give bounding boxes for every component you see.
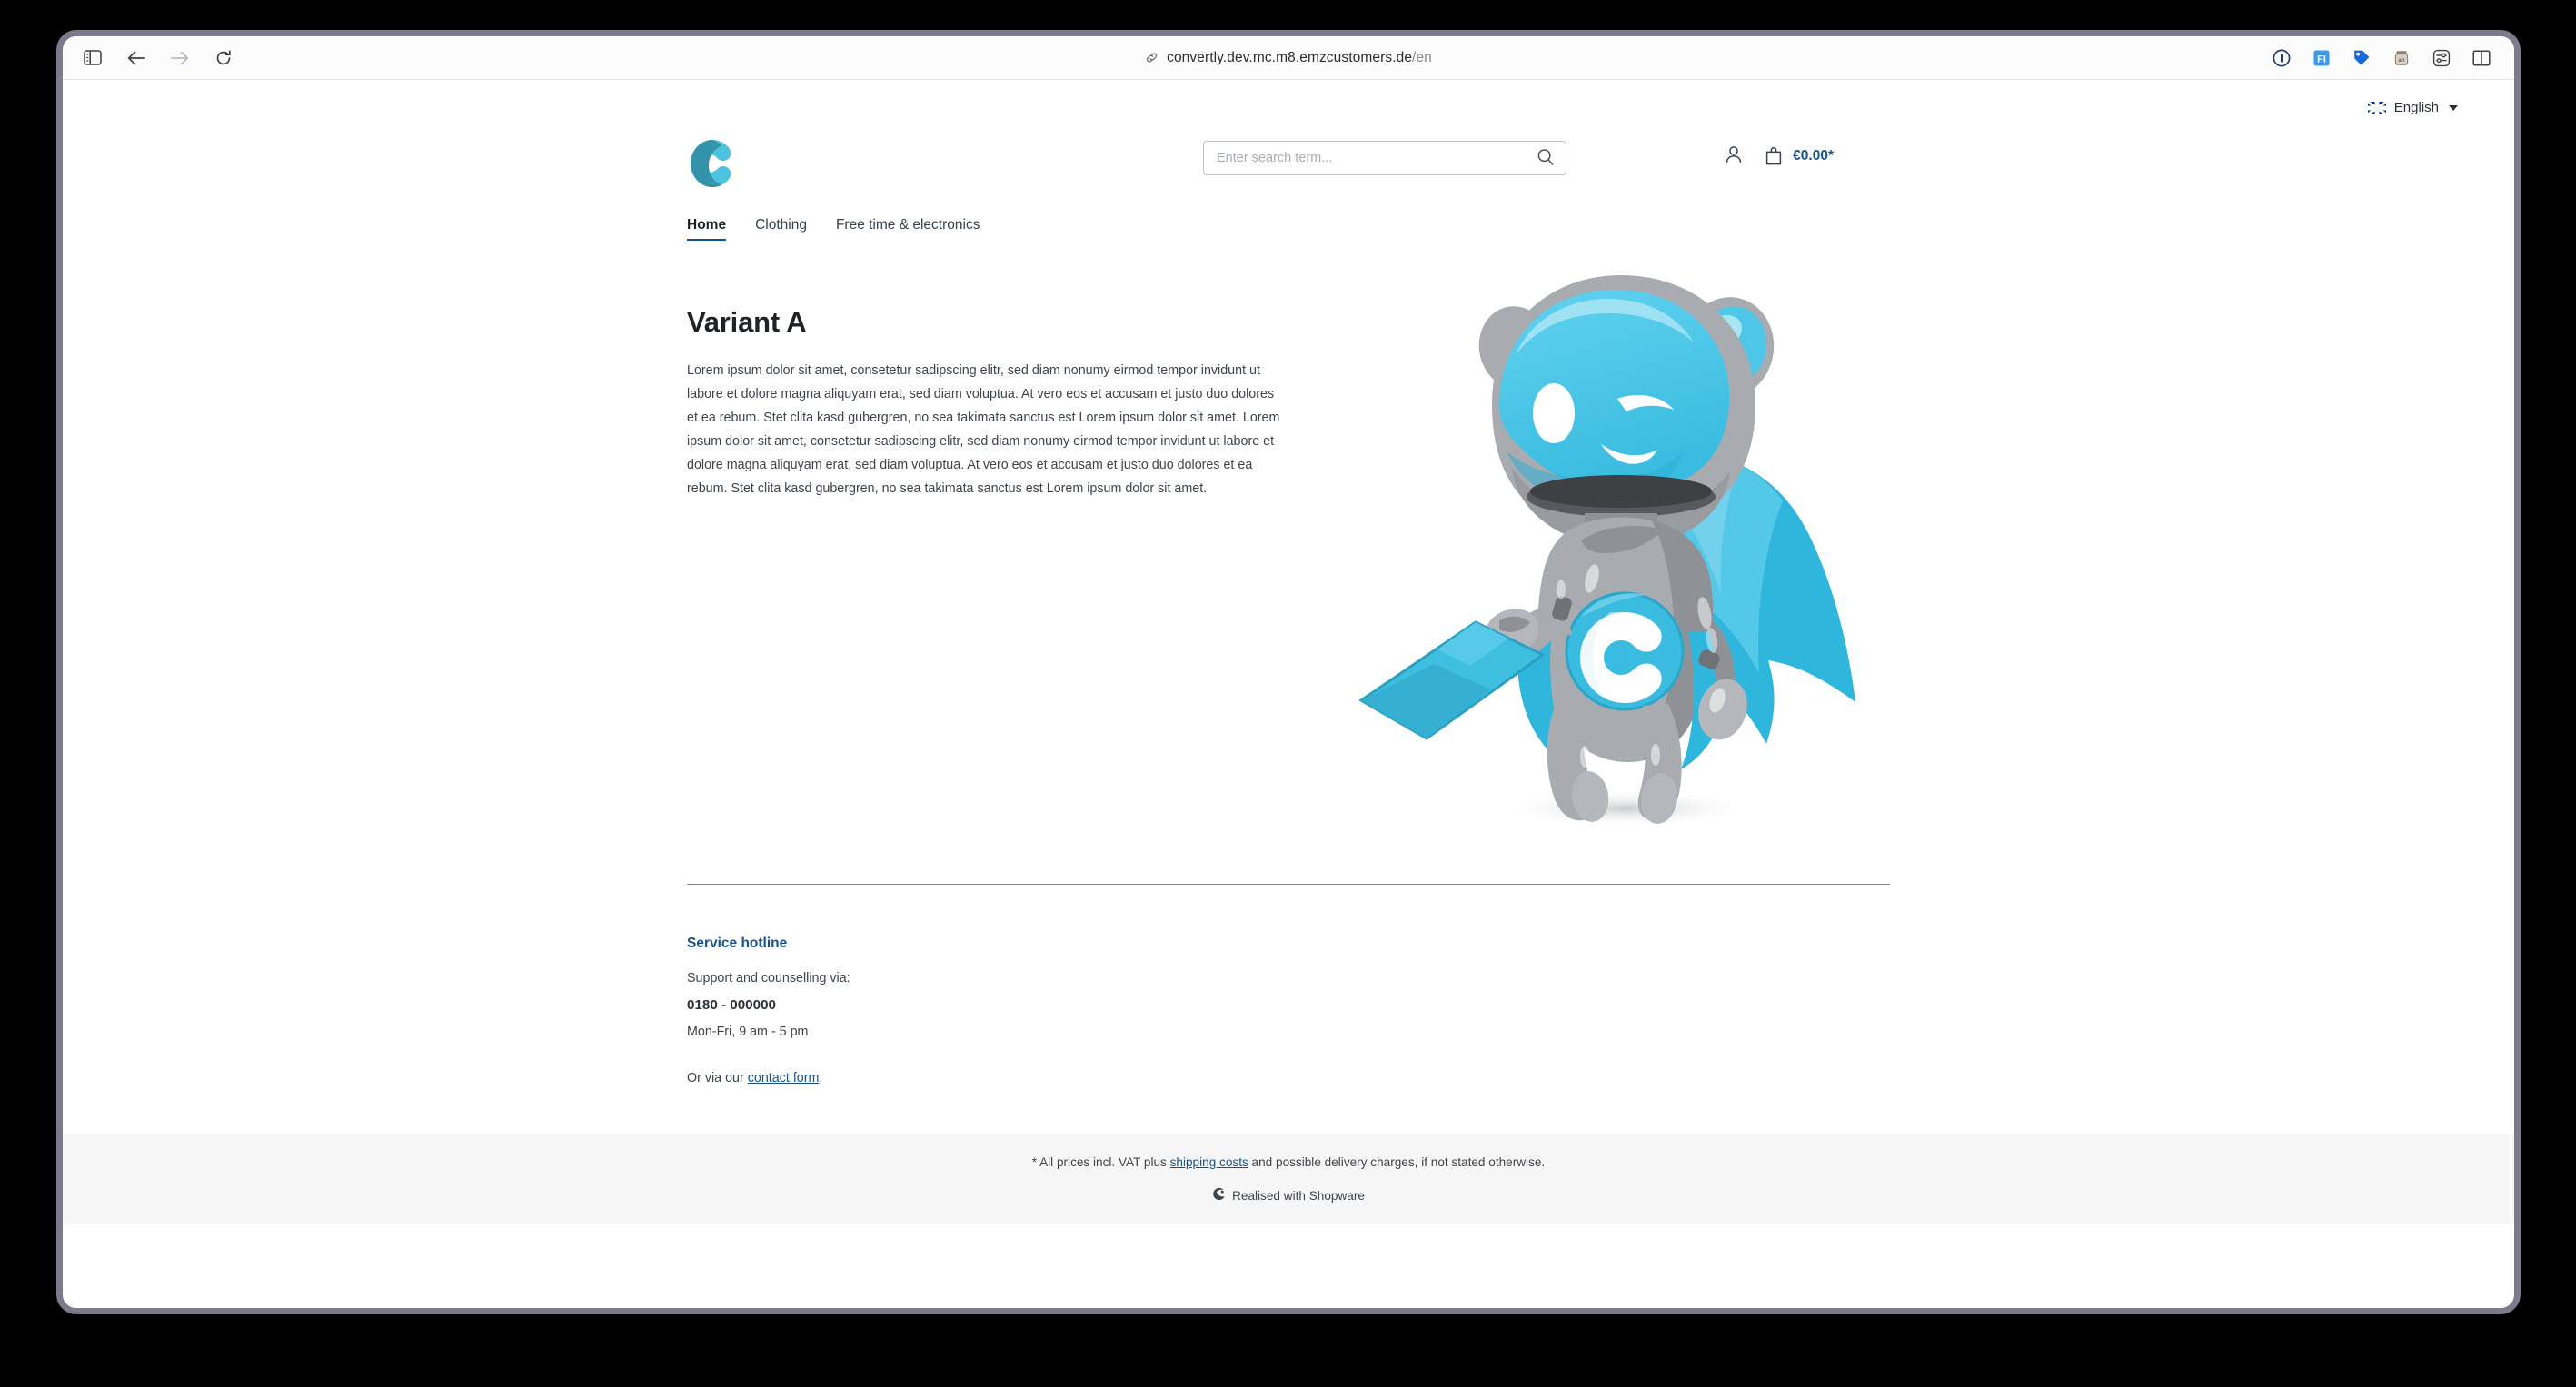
shipping-costs-link[interactable]: shipping costs [1170, 1155, 1248, 1169]
info-icon[interactable] [2271, 47, 2293, 69]
jar-icon[interactable]: an [2391, 47, 2412, 69]
mascot-robot-illustration [1338, 241, 1937, 877]
header-actions: €0.00* [1724, 144, 1834, 167]
address-bar[interactable]: convertly.dev.mc.m8.emzcustomers.de/en [63, 50, 2514, 66]
contact-form-link[interactable]: contact form [748, 1071, 820, 1085]
footer-heading: Service hotline [687, 936, 788, 951]
browser-toolbar: convertly.dev.mc.m8.emzcustomers.de/en F… [63, 36, 2514, 80]
browser-extension-icons: FI an [2271, 47, 2514, 69]
shopping-bag-icon [1764, 146, 1784, 166]
search-container [1203, 141, 1566, 175]
url-host: convertly.dev.mc.m8.emzcustomers.de [1167, 49, 1413, 65]
fi-extension-icon[interactable]: FI [2311, 47, 2332, 69]
vat-suffix: and possible delivery charges, if not st… [1248, 1155, 1546, 1169]
hero-text-block: Variant A Lorem ipsum dolor sit amet, co… [687, 306, 1287, 877]
main-navigation: Home Clothing Free time & electronics [687, 199, 1890, 241]
browser-nav-controls [63, 46, 235, 70]
language-bar: English [63, 80, 2514, 115]
page-container: €0.00* Home Clothing Free time & electro… [687, 115, 1890, 1134]
search-submit-button[interactable] [1537, 148, 1555, 169]
sidebar-toggle-icon[interactable] [81, 46, 104, 70]
chevron-down-icon [2449, 104, 2458, 111]
cart-widget[interactable]: €0.00* [1764, 146, 1834, 166]
search-icon [1537, 148, 1555, 169]
vat-notice: * All prices incl. VAT plus shipping cos… [63, 1155, 2514, 1169]
shopware-logo-icon [1212, 1187, 1226, 1204]
cart-total: €0.00* [1793, 147, 1834, 163]
nav-item-free-time-electronics[interactable]: Free time & electronics [836, 217, 980, 241]
shopware-credit-text: Realised with Shopware [1232, 1188, 1365, 1203]
url-text: convertly.dev.mc.m8.emzcustomers.de/en [1167, 50, 1432, 66]
nav-item-clothing[interactable]: Clothing [755, 217, 807, 241]
reload-icon[interactable] [212, 46, 235, 70]
uk-flag-icon [2367, 101, 2386, 114]
search-box[interactable] [1203, 141, 1566, 175]
footer-contact-prefix: Or via our [687, 1071, 748, 1085]
footer-opening-hours: Mon-Fri, 9 am - 5 pm [687, 1025, 809, 1039]
settings-sliders-icon[interactable] [2431, 47, 2452, 69]
shopware-credit: Realised with Shopware [63, 1187, 2514, 1204]
site-header: €0.00* [687, 115, 1890, 199]
forward-arrow-icon[interactable] [168, 46, 192, 70]
footer-support-line: Support and counselling via: [687, 971, 850, 986]
search-input[interactable] [1217, 151, 1537, 165]
service-hotline-column: Service hotline Support and counselling … [687, 936, 1078, 1085]
footer-spacer [687, 1051, 1078, 1071]
url-path: /en [1412, 49, 1432, 65]
svg-text:an: an [2398, 58, 2404, 64]
back-arrow-icon[interactable] [124, 46, 148, 70]
page-content: English Enter search term... €0.00* Home… [63, 80, 2514, 1308]
footer-contact-suffix: . [819, 1071, 823, 1085]
nav-item-home[interactable]: Home [687, 217, 727, 241]
browser-window: convertly.dev.mc.m8.emzcustomers.de/en F… [56, 30, 2521, 1314]
account-button[interactable] [1724, 144, 1744, 167]
footer-contact-line: Or via our contact form. [687, 1071, 1078, 1085]
hero-body-text: Lorem ipsum dolor sit amet, consetetur s… [687, 363, 1280, 497]
svg-text:FI: FI [2317, 54, 2326, 64]
tag-icon[interactable] [2351, 47, 2372, 69]
site-logo[interactable] [687, 135, 738, 192]
footer-phone-number: 0180 - 000000 [687, 997, 776, 1013]
hero-section: Variant A Lorem ipsum dolor sit amet, co… [687, 241, 1890, 877]
language-selector[interactable]: English [2367, 100, 2458, 115]
page-title: Variant A [687, 306, 807, 338]
user-icon [1724, 144, 1744, 167]
page-viewport: English Enter search term... €0.00* Home… [63, 80, 2514, 1308]
link-icon [1145, 51, 1159, 64]
split-view-icon[interactable] [2471, 47, 2492, 69]
bottom-bar: * All prices incl. VAT plus shipping cos… [63, 1134, 2514, 1224]
site-footer: Service hotline Support and counselling … [687, 885, 1890, 1134]
language-label: English [2393, 100, 2439, 115]
vat-prefix: * All prices incl. VAT plus [1031, 1155, 1170, 1169]
